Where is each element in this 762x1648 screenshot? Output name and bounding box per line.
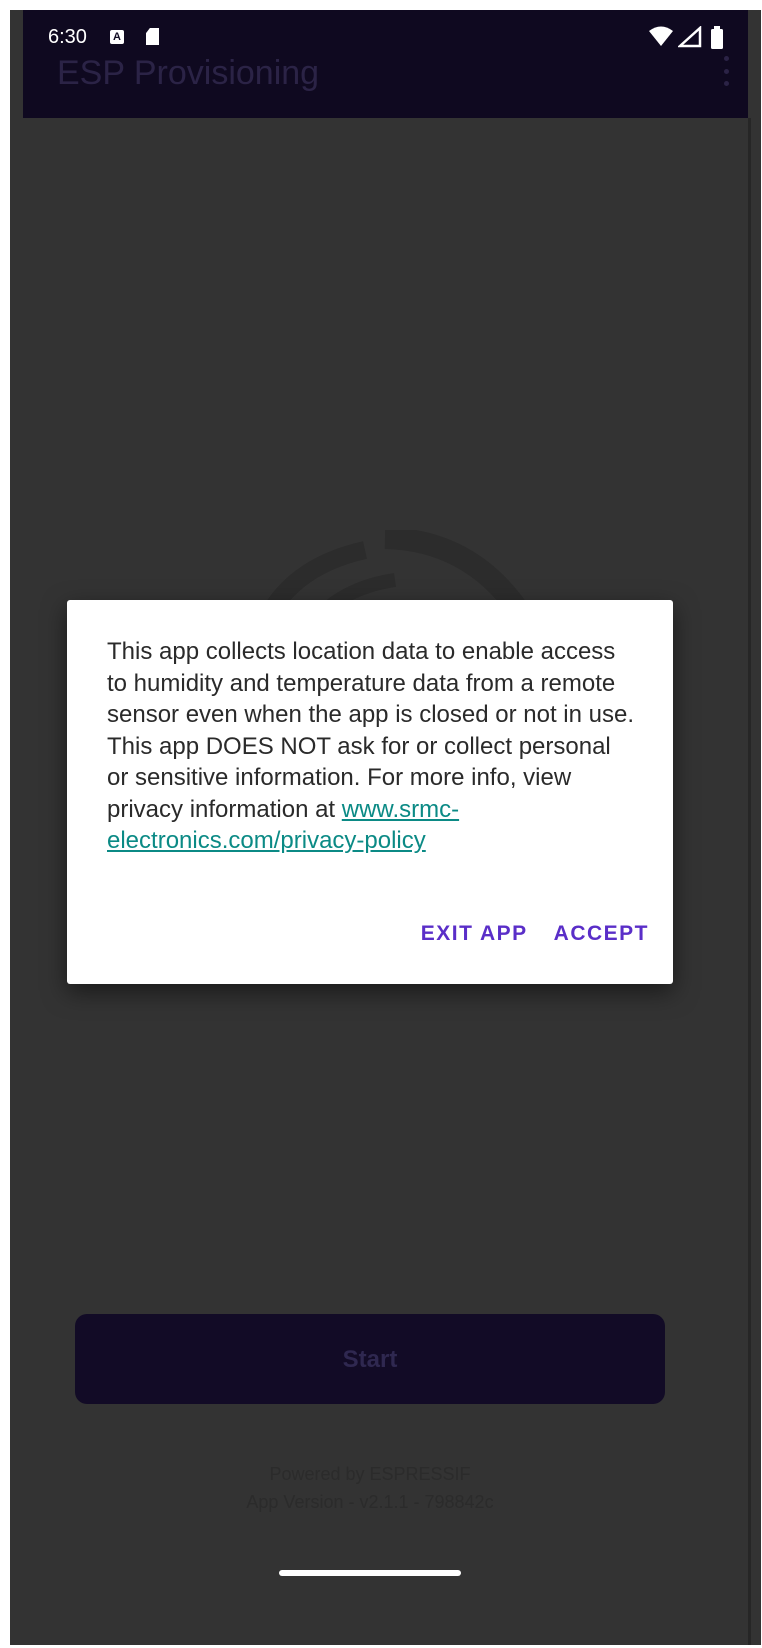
- status-icons: [648, 26, 738, 50]
- app-version-text: App Version - v2.1.1 - 798842c: [246, 1492, 494, 1512]
- privacy-dialog: This app collects location data to enabl…: [67, 600, 673, 984]
- dialog-actions: EXIT APP ACCEPT: [421, 922, 649, 946]
- wifi-icon: [649, 26, 673, 46]
- status-bar: 6:30 A: [48, 26, 738, 56]
- notification-a-icon: A: [110, 30, 124, 44]
- device-frame: ESP Provisioning 6:30 A This app collect…: [0, 0, 762, 1648]
- dialog-message: This app collects location data to enabl…: [107, 636, 637, 857]
- powered-by-text: Powered by ESPRESSIF: [269, 1464, 471, 1484]
- home-indicator[interactable]: [279, 1570, 461, 1576]
- status-time: 6:30: [48, 26, 87, 48]
- accept-button[interactable]: ACCEPT: [554, 922, 649, 946]
- screen: ESP Provisioning 6:30 A This app collect…: [10, 10, 761, 1645]
- sd-card-icon: [146, 28, 159, 45]
- app-title: ESP Provisioning: [57, 54, 320, 92]
- footer: Powered by ESPRESSIF App Version - v2.1.…: [10, 1460, 730, 1516]
- signal-icon: [678, 26, 702, 48]
- battery-icon: [711, 26, 723, 49]
- exit-app-button[interactable]: EXIT APP: [421, 922, 528, 946]
- scrollbar-track: [748, 118, 751, 1645]
- start-button[interactable]: Start: [75, 1314, 665, 1404]
- overflow-menu-icon[interactable]: [722, 56, 730, 86]
